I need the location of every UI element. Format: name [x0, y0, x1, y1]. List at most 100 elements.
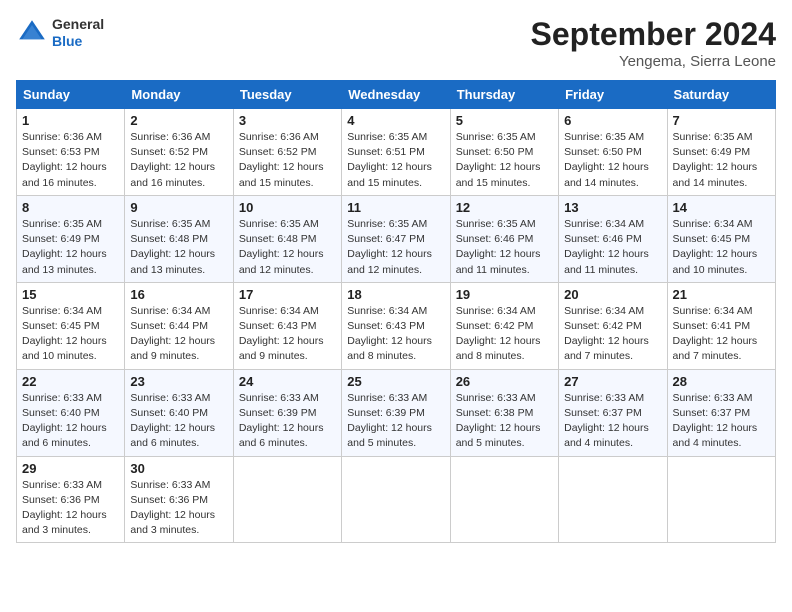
day-info: Sunrise: 6:34 AMSunset: 6:42 PMDaylight:… [564, 304, 661, 365]
column-header-tuesday: Tuesday [233, 81, 341, 109]
day-number: 23 [130, 374, 227, 389]
day-number: 9 [130, 200, 227, 215]
calendar-week-row: 15Sunrise: 6:34 AMSunset: 6:45 PMDayligh… [17, 282, 776, 369]
day-number: 10 [239, 200, 336, 215]
day-info: Sunrise: 6:33 AMSunset: 6:40 PMDaylight:… [130, 391, 227, 452]
calendar-cell [342, 456, 450, 543]
day-info: Sunrise: 6:35 AMSunset: 6:49 PMDaylight:… [673, 130, 770, 191]
calendar-cell: 26 Sunrise: 6:33 AMSunset: 6:38 PMDayligh… [450, 369, 558, 456]
day-number: 25 [347, 374, 444, 389]
calendar-cell: 19Sunrise: 6:34 AMSunset: 6:42 PMDayligh… [450, 282, 558, 369]
day-number: 29 [22, 461, 119, 476]
day-number: 14 [673, 200, 770, 215]
column-header-thursday: Thursday [450, 81, 558, 109]
calendar-cell [559, 456, 667, 543]
calendar-cell: 3 Sunrise: 6:36 AMSunset: 6:52 PMDaylight… [233, 109, 341, 196]
calendar-header-row: SundayMondayTuesdayWednesdayThursdayFrid… [17, 81, 776, 109]
day-number: 15 [22, 287, 119, 302]
day-info: Sunrise: 6:36 AMSunset: 6:53 PMDaylight:… [22, 130, 119, 191]
day-number: 8 [22, 200, 119, 215]
column-header-friday: Friday [559, 81, 667, 109]
day-number: 30 [130, 461, 227, 476]
calendar-cell [233, 456, 341, 543]
month-title: September 2024 [531, 16, 776, 53]
day-info: Sunrise: 6:35 AMSunset: 6:47 PMDaylight:… [347, 217, 444, 278]
calendar-cell: 16Sunrise: 6:34 AMSunset: 6:44 PMDayligh… [125, 282, 233, 369]
day-info: Sunrise: 6:34 AMSunset: 6:41 PMDaylight:… [673, 304, 770, 365]
day-info: Sunrise: 6:33 AMSunset: 6:39 PMDaylight:… [239, 391, 336, 452]
calendar-cell: 1 Sunrise: 6:36 AMSunset: 6:53 PMDaylight… [17, 109, 125, 196]
column-header-wednesday: Wednesday [342, 81, 450, 109]
day-number: 12 [456, 200, 553, 215]
day-number: 11 [347, 200, 444, 215]
logo-text: General Blue [52, 16, 104, 50]
day-number: 24 [239, 374, 336, 389]
day-info: Sunrise: 6:34 AMSunset: 6:44 PMDaylight:… [130, 304, 227, 365]
day-info: Sunrise: 6:35 AMSunset: 6:46 PMDaylight:… [456, 217, 553, 278]
day-info: Sunrise: 6:35 AMSunset: 6:48 PMDaylight:… [130, 217, 227, 278]
day-number: 6 [564, 113, 661, 128]
calendar-cell: 21Sunrise: 6:34 AMSunset: 6:41 PMDayligh… [667, 282, 775, 369]
day-number: 26 [456, 374, 553, 389]
day-info: Sunrise: 6:33 AMSunset: 6:38 PMDaylight:… [456, 391, 553, 452]
day-info: Sunrise: 6:34 AMSunset: 6:46 PMDaylight:… [564, 217, 661, 278]
day-info: Sunrise: 6:34 AMSunset: 6:45 PMDaylight:… [673, 217, 770, 278]
logo-general-text: General [52, 16, 104, 33]
calendar-cell: 18 Sunrise: 6:34 AMSunset: 6:43 PMDayligh… [342, 282, 450, 369]
day-number: 3 [239, 113, 336, 128]
day-number: 19 [456, 287, 553, 302]
calendar-table: SundayMondayTuesdayWednesdayThursdayFrid… [16, 80, 776, 543]
title-block: September 2024 Yengema, Sierra Leone [531, 16, 776, 70]
calendar-cell: 20 Sunrise: 6:34 AMSunset: 6:42 PMDayligh… [559, 282, 667, 369]
day-info: Sunrise: 6:33 AMSunset: 6:36 PMDaylight:… [130, 478, 227, 539]
day-info: Sunrise: 6:33 AMSunset: 6:37 PMDaylight:… [564, 391, 661, 452]
calendar-cell: 30 Sunrise: 6:33 AMSunset: 6:36 PMDayligh… [125, 456, 233, 543]
day-info: Sunrise: 6:34 AMSunset: 6:43 PMDaylight:… [239, 304, 336, 365]
calendar-cell: 7 Sunrise: 6:35 AMSunset: 6:49 PMDaylight… [667, 109, 775, 196]
day-info: Sunrise: 6:35 AMSunset: 6:51 PMDaylight:… [347, 130, 444, 191]
calendar-cell: 17 Sunrise: 6:34 AMSunset: 6:43 PMDayligh… [233, 282, 341, 369]
calendar-cell: 13 Sunrise: 6:34 AMSunset: 6:46 PMDayligh… [559, 195, 667, 282]
day-number: 18 [347, 287, 444, 302]
day-number: 13 [564, 200, 661, 215]
day-number: 22 [22, 374, 119, 389]
calendar-cell: 14 Sunrise: 6:34 AMSunset: 6:45 PMDayligh… [667, 195, 775, 282]
calendar-cell [667, 456, 775, 543]
calendar-cell: 29 Sunrise: 6:33 AMSunset: 6:36 PMDayligh… [17, 456, 125, 543]
calendar-cell: 24 Sunrise: 6:33 AMSunset: 6:39 PMDayligh… [233, 369, 341, 456]
day-info: Sunrise: 6:36 AMSunset: 6:52 PMDaylight:… [239, 130, 336, 191]
calendar-cell: 10Sunrise: 6:35 AMSunset: 6:48 PMDayligh… [233, 195, 341, 282]
day-number: 5 [456, 113, 553, 128]
calendar-cell: 11 Sunrise: 6:35 AMSunset: 6:47 PMDayligh… [342, 195, 450, 282]
calendar-cell: 27Sunrise: 6:33 AMSunset: 6:37 PMDayligh… [559, 369, 667, 456]
location-text: Yengema, Sierra Leone [531, 53, 776, 70]
logo: General Blue [16, 16, 104, 50]
day-info: Sunrise: 6:33 AMSunset: 6:36 PMDaylight:… [22, 478, 119, 539]
day-number: 28 [673, 374, 770, 389]
calendar-cell: 4 Sunrise: 6:35 AMSunset: 6:51 PMDaylight… [342, 109, 450, 196]
calendar-week-row: 22 Sunrise: 6:33 AMSunset: 6:40 PMDayligh… [17, 369, 776, 456]
column-header-saturday: Saturday [667, 81, 775, 109]
calendar-cell [450, 456, 558, 543]
day-info: Sunrise: 6:33 AMSunset: 6:40 PMDaylight:… [22, 391, 119, 452]
page-header: General Blue September 2024 Yengema, Sie… [16, 16, 776, 70]
day-info: Sunrise: 6:33 AMSunset: 6:39 PMDaylight:… [347, 391, 444, 452]
calendar-cell: 23 Sunrise: 6:33 AMSunset: 6:40 PMDayligh… [125, 369, 233, 456]
day-info: Sunrise: 6:35 AMSunset: 6:50 PMDaylight:… [456, 130, 553, 191]
calendar-cell: 9 Sunrise: 6:35 AMSunset: 6:48 PMDaylight… [125, 195, 233, 282]
day-info: Sunrise: 6:34 AMSunset: 6:43 PMDaylight:… [347, 304, 444, 365]
calendar-week-row: 8 Sunrise: 6:35 AMSunset: 6:49 PMDaylight… [17, 195, 776, 282]
calendar-cell: 15Sunrise: 6:34 AMSunset: 6:45 PMDayligh… [17, 282, 125, 369]
column-header-monday: Monday [125, 81, 233, 109]
calendar-week-row: 29 Sunrise: 6:33 AMSunset: 6:36 PMDayligh… [17, 456, 776, 543]
day-number: 20 [564, 287, 661, 302]
column-header-sunday: Sunday [17, 81, 125, 109]
day-info: Sunrise: 6:35 AMSunset: 6:49 PMDaylight:… [22, 217, 119, 278]
calendar-cell: 22 Sunrise: 6:33 AMSunset: 6:40 PMDayligh… [17, 369, 125, 456]
day-number: 17 [239, 287, 336, 302]
calendar-cell: 12 Sunrise: 6:35 AMSunset: 6:46 PMDayligh… [450, 195, 558, 282]
day-number: 7 [673, 113, 770, 128]
calendar-cell: 2Sunrise: 6:36 AMSunset: 6:52 PMDaylight… [125, 109, 233, 196]
day-number: 4 [347, 113, 444, 128]
day-number: 1 [22, 113, 119, 128]
